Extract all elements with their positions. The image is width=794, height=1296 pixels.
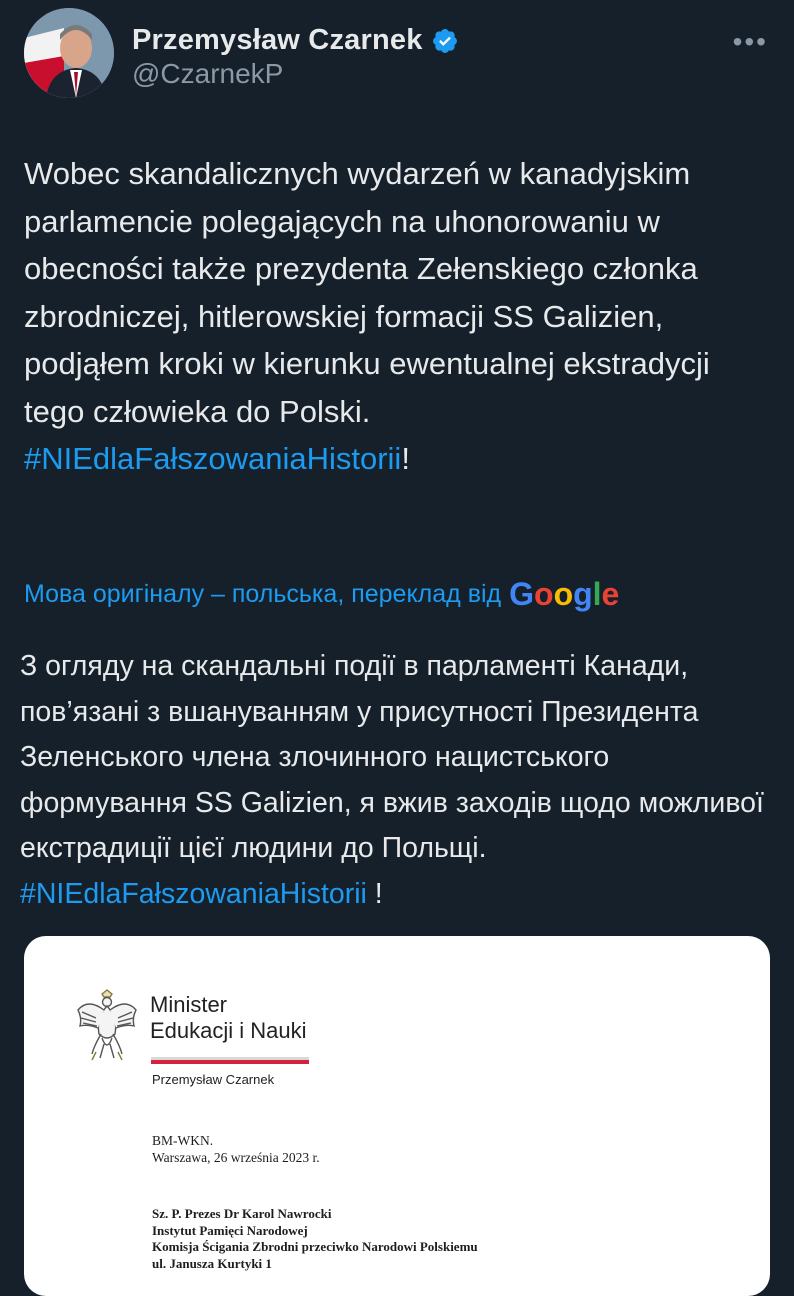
addressee-line-1: Sz. P. Prezes Dr Karol Nawrocki	[152, 1206, 332, 1221]
avatar[interactable]	[24, 8, 114, 98]
translated-text: З огляду на скандальні події в парламент…	[20, 644, 780, 917]
tweet-hashtag-line: #NIEdlaFałszowaniaHistorii!	[24, 435, 764, 483]
translation-hashtag-link[interactable]: #NIEdlaFałszowaniaHistorii	[20, 878, 367, 910]
polish-eagle-emblem-icon	[77, 989, 137, 1061]
reference-number: BM-WKN.	[152, 1133, 214, 1148]
translation-hashtag-line: #NIEdlaFałszowaniaHistorii !	[20, 872, 780, 918]
tweet-hashtag-link[interactable]: #NIEdlaFałszowaniaHistorii	[24, 441, 401, 476]
verified-badge-icon	[431, 27, 459, 55]
addressee-line-2: Instytut Pamięci Narodowej	[152, 1222, 308, 1238]
addressee-line-3: Komisja Ścigania Zbrodni przeciwko Narod…	[152, 1239, 478, 1254]
document-reference: BM-WKN. Warszawa, 26 września 2023 r.	[152, 1132, 320, 1166]
tweet-header: Przemysław Czarnek @CzarnekP •••	[24, 8, 774, 100]
author-name-row: Przemysław Czarnek	[132, 24, 459, 57]
letter-document: Minister Edukacji i Nauki Przemysław Cza…	[24, 936, 770, 1296]
more-options-icon[interactable]: •••	[733, 26, 768, 58]
place-date: Warszawa, 26 września 2023 r.	[152, 1150, 320, 1165]
tweet-body: Wobec skandalicznych wydarzeń w kanadyjs…	[24, 150, 764, 483]
author-handle[interactable]: @CzarnekP	[132, 58, 283, 90]
addressee-line-4: ul. Janusza Kurtyki 1	[152, 1255, 272, 1271]
google-logo: Google	[509, 576, 620, 612]
attached-document-image[interactable]: Minister Edukacji i Nauki Przemysław Cza…	[24, 936, 770, 1296]
translation-note: Мова оригіналу – польська, переклад від	[24, 580, 502, 608]
avatar-photo	[24, 8, 114, 98]
ministry-line-2: Edukacji i Nauki	[150, 1018, 307, 1043]
ministry-title: Minister Edukacji i Nauki	[150, 992, 307, 1044]
tweet-text: Wobec skandalicznych wydarzeń w kanadyjs…	[24, 156, 710, 429]
translation-trailing: !	[366, 877, 383, 910]
ministry-line-1: Minister	[150, 992, 228, 1017]
document-addressee: Sz. P. Prezes Dr Karol Nawrocki Instytut…	[152, 1206, 478, 1272]
author-name[interactable]: Przemysław Czarnek	[132, 24, 423, 57]
translation-body: З огляду на скандальні події в парламент…	[20, 650, 764, 864]
translation-attribution[interactable]: Мова оригіналу – польська, переклад від …	[24, 576, 619, 613]
tweet-trailing: !	[401, 441, 410, 476]
document-signer: Przemysław Czarnek	[152, 1072, 275, 1087]
flag-rule	[151, 1057, 309, 1064]
